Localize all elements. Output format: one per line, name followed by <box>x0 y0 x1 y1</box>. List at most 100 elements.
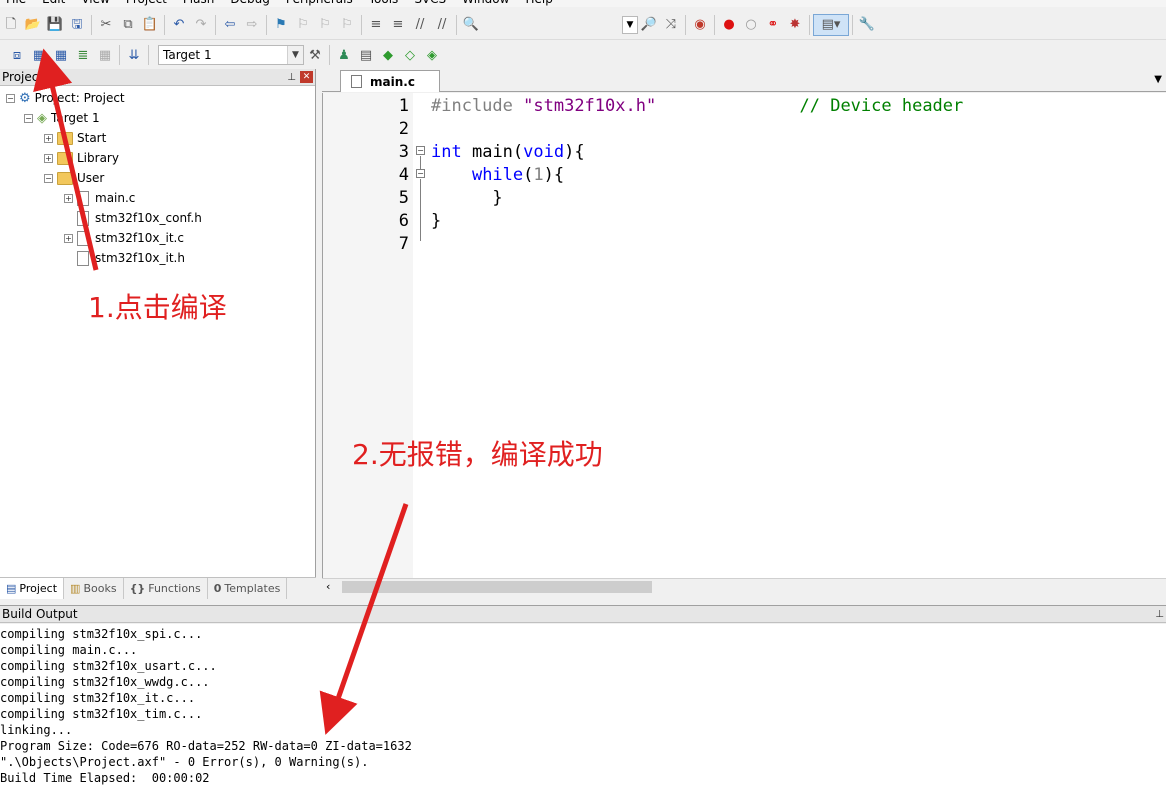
build-icon[interactable]: ▦ <box>28 44 50 66</box>
uncomment-icon[interactable]: // <box>431 14 453 36</box>
indent-icon[interactable]: ≡ <box>365 14 387 36</box>
tab-project[interactable]: ▤ Project <box>0 578 65 599</box>
code-line-6: } <box>431 210 441 233</box>
scrollbar-thumb[interactable] <box>342 581 652 593</box>
clear-bookmarks-icon[interactable]: ⚐ <box>336 14 358 36</box>
download-icon[interactable]: ⇊ <box>123 44 145 66</box>
incremental-find-icon[interactable]: ⤨ <box>660 14 682 36</box>
navigate-forward-icon[interactable]: ⇨ <box>241 14 263 36</box>
target-options-icon[interactable]: ⚒ <box>304 44 326 66</box>
save-icon[interactable]: 💾 <box>44 14 66 36</box>
debug-session-icon[interactable]: ◉ <box>689 14 711 36</box>
configure-icon[interactable]: 🔧 <box>856 14 878 36</box>
tree-node[interactable]: − User <box>44 168 104 188</box>
pin-icon[interactable]: ⊥ <box>1155 609 1164 620</box>
pin-icon[interactable]: ⊥ <box>287 72 296 83</box>
fold-toggle-icon[interactable]: − <box>416 169 425 178</box>
tree-node[interactable]: − ⚙ Project: Project <box>6 88 125 108</box>
scroll-left-icon[interactable]: ‹ <box>326 580 330 593</box>
cut-icon[interactable]: ✂ <box>95 14 117 36</box>
tab-main-c[interactable]: main.c <box>340 70 440 92</box>
tab-books[interactable]: ▥ Books <box>64 578 124 599</box>
disable-breakpoints-icon[interactable]: ⚭ <box>762 14 784 36</box>
menu-item[interactable]: Flash <box>177 0 224 7</box>
tree-node[interactable]: + main.c <box>64 188 135 208</box>
menu-item[interactable]: Edit <box>36 0 75 7</box>
redo-icon[interactable]: ↷ <box>190 14 212 36</box>
paste-icon[interactable]: 📋 <box>139 14 161 36</box>
collapse-icon[interactable]: − <box>6 93 15 103</box>
code-token: ( <box>523 165 534 185</box>
manage-project-items-icon[interactable]: ♟ <box>333 44 355 66</box>
tab-functions[interactable]: {} Functions <box>124 578 208 599</box>
save-all-icon[interactable]: 🖫 <box>66 14 88 36</box>
code-line-3: int main(void){ <box>431 141 585 164</box>
expand-icon[interactable]: + <box>64 233 73 243</box>
new-file-icon[interactable]: 🗋 <box>0 14 22 36</box>
code-line-4: while(1){ <box>431 164 564 187</box>
tab-templates[interactable]: 0 Templates <box>208 578 288 599</box>
tree-node-label: Start <box>77 131 107 145</box>
expand-icon[interactable]: + <box>44 133 53 143</box>
menu-item[interactable]: Window <box>456 0 519 7</box>
open-file-icon[interactable]: 📂 <box>22 14 44 36</box>
navigate-back-icon[interactable]: ⇦ <box>219 14 241 36</box>
build-output-line: compiling stm32f10x_tim.c... <box>0 707 203 721</box>
menu-item[interactable]: File <box>0 0 36 7</box>
translate-icon[interactable]: ⧈ <box>6 44 28 66</box>
tree-node[interactable]: + Library <box>44 148 119 168</box>
menu-item[interactable]: SVCS <box>408 0 456 7</box>
undo-icon[interactable]: ↶ <box>168 14 190 36</box>
copy-icon[interactable]: ⧉ <box>117 14 139 36</box>
toolbar-separator <box>456 14 457 35</box>
insert-breakpoint-icon[interactable]: ● <box>718 14 740 36</box>
window-layout-icon[interactable]: ▤▾ <box>813 13 849 36</box>
collapse-icon[interactable]: − <box>44 173 53 183</box>
menu-item[interactable]: Debug <box>224 0 279 7</box>
project-icon: ▤ <box>6 582 17 595</box>
pack-installer-icon[interactable]: ◈ <box>421 44 443 66</box>
tree-node[interactable]: − ◈ Target 1 <box>24 108 100 128</box>
tree-node[interactable]: stm32f10x_it.h <box>64 248 185 268</box>
tab-label: Books <box>83 582 117 595</box>
prev-bookmark-icon[interactable]: ⚐ <box>292 14 314 36</box>
menu-item[interactable]: Help <box>519 0 562 7</box>
fold-toggle-icon[interactable]: − <box>416 146 425 155</box>
kill-breakpoints-icon[interactable]: ✸ <box>784 14 806 36</box>
find-combo-dropdown-icon[interactable]: ▼ <box>622 15 638 34</box>
find-icon[interactable]: 🔎 <box>638 14 660 36</box>
menu-item[interactable]: Project <box>120 0 177 7</box>
select-software-packs-icon[interactable]: ◇ <box>399 44 421 66</box>
batch-build-icon[interactable]: ≣ <box>72 44 94 66</box>
unindent-icon[interactable]: ≡ <box>387 14 409 36</box>
menu-item[interactable]: Tools <box>363 0 409 7</box>
tree-node[interactable]: stm32f10x_conf.h <box>64 208 202 228</box>
collapse-icon[interactable]: − <box>24 113 33 123</box>
line-number: 5 <box>398 188 409 208</box>
close-icon[interactable]: ✕ <box>300 71 313 83</box>
menu-item[interactable]: View <box>75 0 119 7</box>
bookmark-icon[interactable]: ⚑ <box>270 14 292 36</box>
books-icon: ▥ <box>70 582 81 595</box>
build-output-panel[interactable]: compiling stm32f10x_spi.c... compiling ma… <box>0 624 1166 798</box>
toolbar-separator <box>148 45 149 65</box>
file-extensions-icon[interactable]: ▤ <box>355 44 377 66</box>
target-select[interactable]: Target 1 ▼ <box>158 45 304 65</box>
expand-icon[interactable]: + <box>64 193 73 203</box>
rebuild-icon[interactable]: ▦ <box>50 44 72 66</box>
menu-item[interactable]: Peripherals <box>280 0 363 7</box>
manage-rte-icon[interactable]: ◆ <box>377 44 399 66</box>
tree-node[interactable]: + stm32f10x_it.c <box>64 228 184 248</box>
tree-node[interactable]: + Start <box>44 128 106 148</box>
enable-breakpoint-icon[interactable]: ○ <box>740 14 762 36</box>
tab-list-dropdown-icon[interactable]: ▼ <box>1154 74 1162 85</box>
comment-icon[interactable]: // <box>409 14 431 36</box>
editor-horizontal-scrollbar[interactable]: ‹ <box>322 578 1166 595</box>
code-editor[interactable]: 1 2 3 4 5 6 7 − − #include "stm32f10x.h" // De… <box>322 93 1166 578</box>
next-bookmark-icon[interactable]: ⚐ <box>314 14 336 36</box>
toolbar-separator <box>809 14 810 35</box>
build-output-line: Build Time Elapsed: 00:00:02 <box>0 771 210 785</box>
find-in-files-icon[interactable]: 🔍 <box>460 14 482 36</box>
expand-icon[interactable]: + <box>44 153 53 163</box>
stop-build-icon[interactable]: ▦ <box>94 44 116 66</box>
